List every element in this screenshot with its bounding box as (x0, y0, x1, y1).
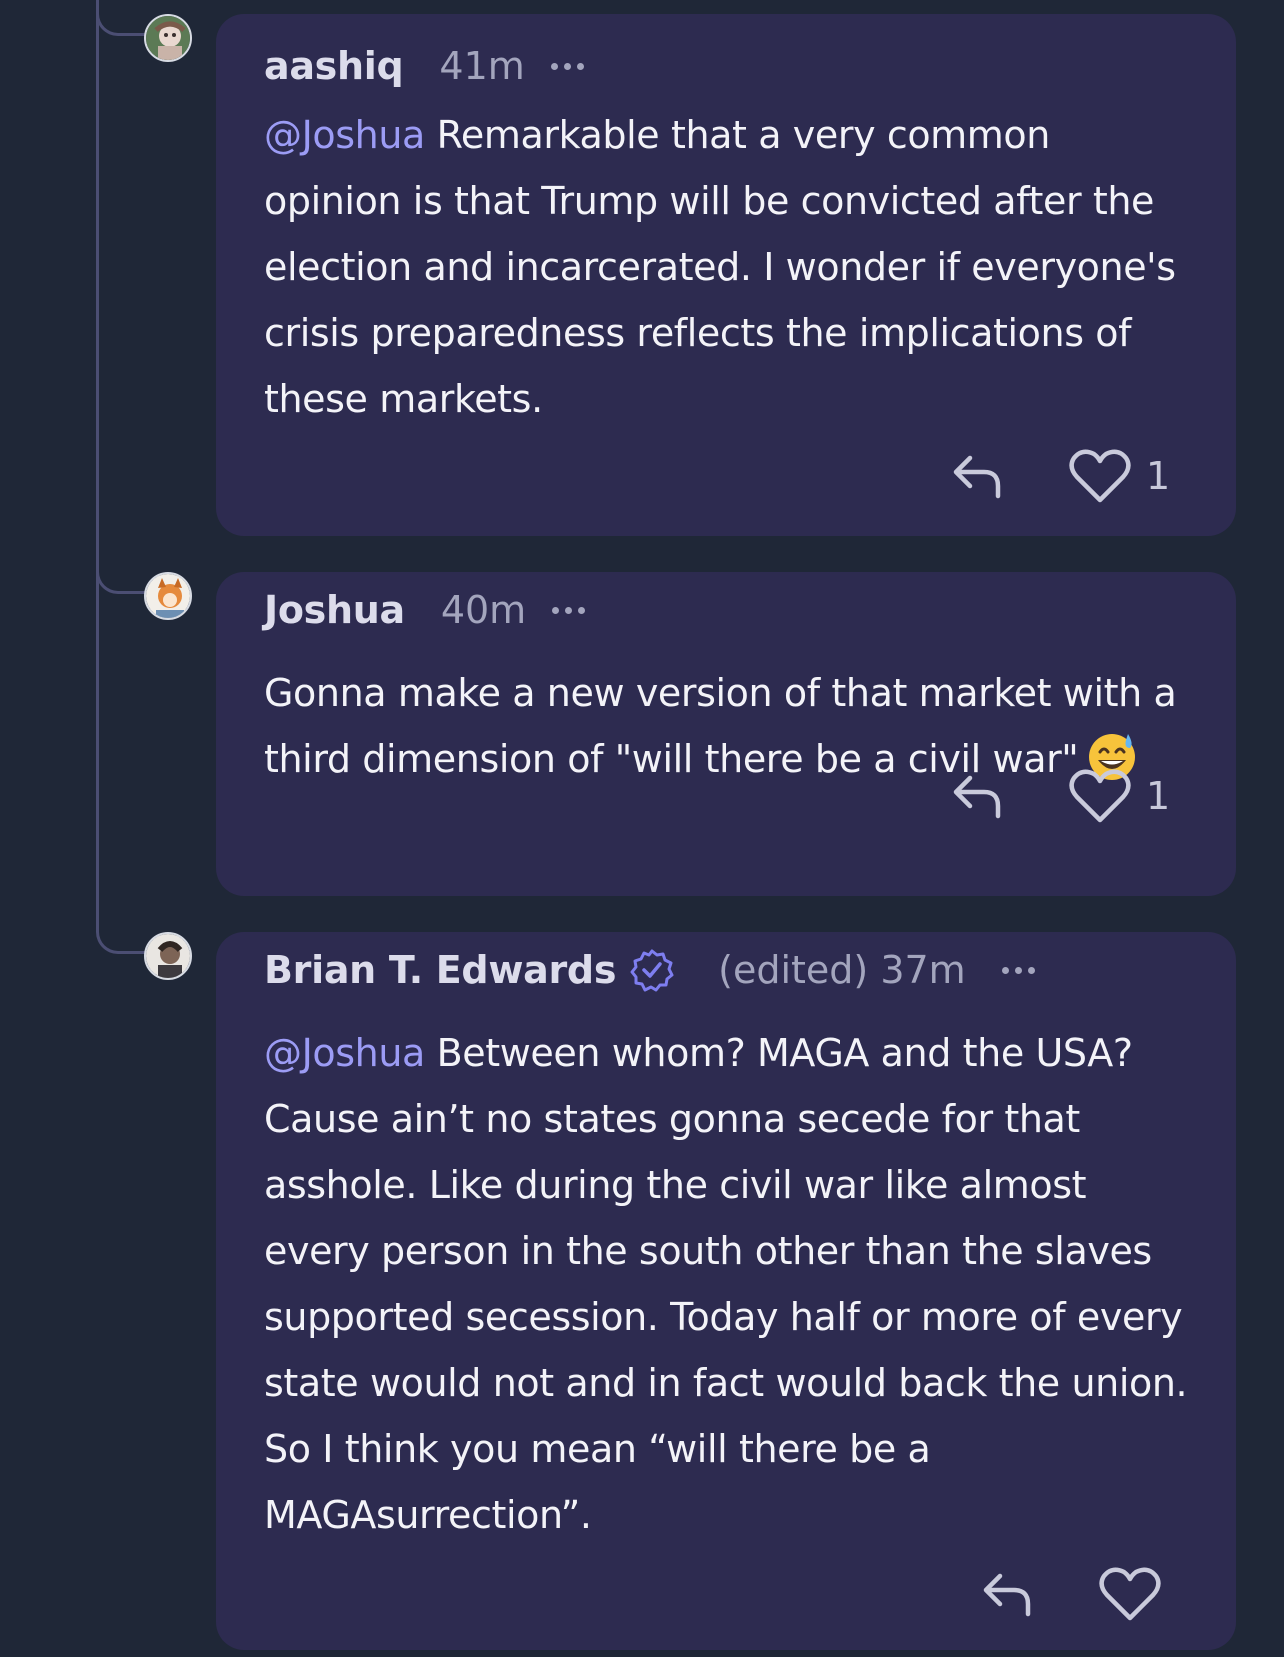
avatar[interactable] (144, 14, 192, 62)
comment-actions (980, 1566, 1162, 1622)
comment-text: Gonna make a new version of that market … (264, 671, 1177, 781)
verified-badge-icon (630, 949, 674, 992)
heart-icon[interactable] (1068, 768, 1132, 824)
comment-header: Joshua 40m (264, 588, 586, 632)
more-icon[interactable] (550, 62, 584, 70)
mention-link[interactable]: @Joshua (264, 113, 425, 157)
reply-icon[interactable] (950, 770, 1006, 822)
thread-connector (96, 568, 146, 594)
comment-card: aashiq 41m @Joshua Remarkable that a ver… (216, 14, 1236, 536)
author-name[interactable]: Joshua (264, 588, 405, 632)
comment-actions: 1 (950, 768, 1170, 824)
heart-icon[interactable] (1068, 448, 1132, 504)
comment-time: 41m (439, 44, 525, 88)
avatar[interactable] (144, 932, 192, 980)
thread-line (96, 0, 99, 930)
avatar-joshua (146, 574, 190, 618)
reply-icon[interactable] (950, 450, 1006, 502)
more-icon[interactable] (552, 606, 586, 614)
comment-card: Joshua 40m Gonna make a new version of t… (216, 572, 1236, 896)
comment-body: @Joshua Remarkable that a very common op… (264, 102, 1192, 432)
comment-header: aashiq 41m (264, 44, 584, 88)
comment-text: Between whom? MAGA and the USA? Cause ai… (264, 1031, 1188, 1537)
more-icon[interactable] (1001, 966, 1035, 974)
comment-thread: aashiq 41m @Joshua Remarkable that a ver… (0, 0, 1284, 1657)
reply-icon[interactable] (980, 1568, 1036, 1620)
comment-card: Brian T. Edwards (edited) 37m @Joshua Be… (216, 932, 1236, 1650)
heart-icon[interactable] (1098, 1566, 1162, 1622)
avatar[interactable] (144, 572, 192, 620)
comment-actions: 1 (950, 448, 1170, 504)
like-count: 1 (1146, 774, 1171, 818)
comment-header: Brian T. Edwards (edited) 37m (264, 948, 1035, 992)
author-name[interactable]: aashiq (264, 44, 404, 88)
mention-link[interactable]: @Joshua (264, 1031, 425, 1075)
avatar-brian (146, 934, 190, 978)
comment-time: 40m (440, 588, 527, 632)
author-name[interactable]: Brian T. Edwards (264, 948, 616, 992)
comment-time: (edited) 37m (718, 948, 966, 992)
comment-text: Remarkable that a very common opinion is… (264, 113, 1176, 421)
avatar-aashiq (146, 16, 190, 60)
thread-connector (96, 10, 146, 36)
thread-connector (96, 928, 146, 954)
like-count: 1 (1146, 454, 1171, 498)
comment-body: @Joshua Between whom? MAGA and the USA? … (264, 1020, 1192, 1548)
